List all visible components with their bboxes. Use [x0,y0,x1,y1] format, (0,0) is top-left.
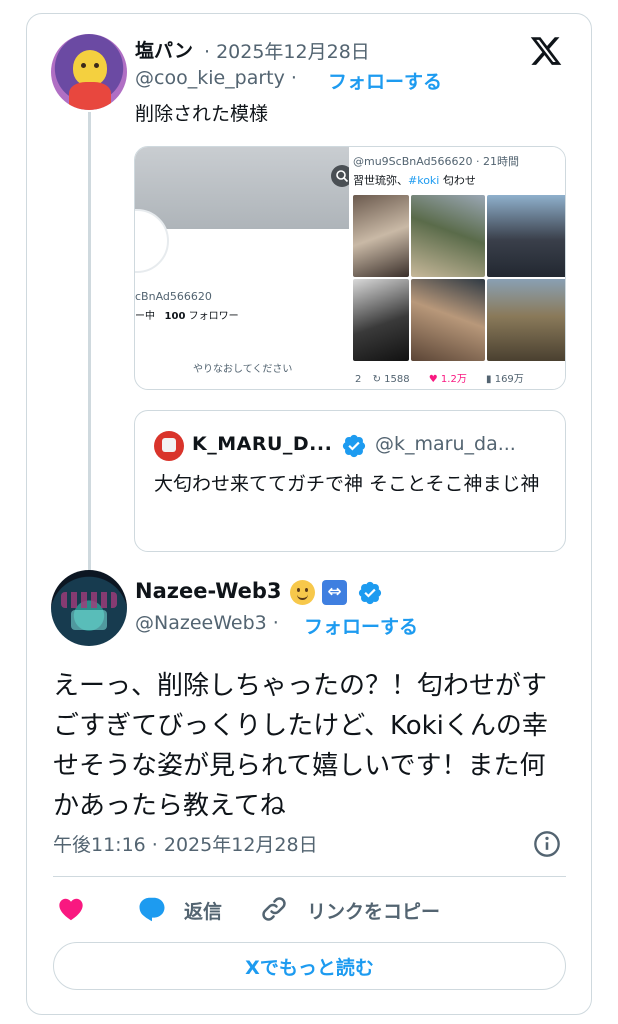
screenshot-like-value: 1.2万 [440,374,467,385]
main-follow-button[interactable]: フォローする [304,612,418,639]
screenshot-profile-handle: cBnAd566620 [135,290,212,303]
link-chain-icon[interactable] [259,894,289,924]
photo-5 [411,279,485,361]
screenshot-retweet-value: 1588 [384,374,410,385]
reply-bubble-icon[interactable] [137,894,167,924]
screenshot-tweet-stats: 2 ↻ 1588 ♥ 1.2万 ▮ 169万 [355,370,565,385]
photo-3 [487,195,565,277]
profile-banner [135,147,349,229]
screenshot-followers-label: フォロワー [188,311,239,322]
parent-author-name[interactable]: 塩パン [135,36,193,63]
thread-connector-line [88,112,91,572]
photo-4 [353,279,409,361]
character-face [73,50,107,86]
screenshot-text-prefix: 習世琉弥、 [353,174,408,187]
main-author-avatar[interactable] [51,570,127,646]
verified-badge-icon [358,581,382,605]
tweet-timestamp[interactable]: 午後11:16 · 2025年12月28日 [53,830,318,857]
parent-author-avatar[interactable] [51,34,127,110]
slight-smile-emoji-icon [290,580,315,605]
main-author-name[interactable]: Nazee-Web3 [135,579,282,603]
screenshot-hashtag: #koki [408,174,440,187]
character-body [69,82,111,110]
photo-grid [353,195,565,361]
screenshot-profile-stats: ー中 100 フォロワー [135,307,239,322]
main-author-handle[interactable]: @NazeeWeb3 · [135,612,279,634]
quoted-author-avatar [154,431,184,461]
copy-link-button[interactable]: リンクをコピー [307,897,440,924]
quoted-tweet-text: 大匂わせ来ててガチで神 そことそこ神まじ神 [154,473,540,495]
left-right-arrow-emoji-icon: ⇔ [322,580,347,605]
screenshot-retweet-count: ↻ 1588 [372,374,410,385]
parent-tweet-date[interactable]: · 2025年12月28日 [204,37,370,64]
x-logo-icon[interactable] [528,34,564,68]
verified-badge-icon [342,434,366,458]
attached-screenshot-image[interactable]: cBnAd566620 ー中 100 フォロワー やりなおしてください @mu9… [134,146,566,390]
parent-follow-button[interactable]: フォローする [328,67,442,94]
photo-6 [487,279,565,361]
screenshot-view-value: 169万 [494,374,524,385]
photo-1 [353,195,409,277]
info-icon[interactable] [533,830,561,858]
quoted-tweet-card[interactable]: K_MARU_D... @k_maru_da... 大匂わせ来ててガチで神 そこ… [134,410,566,552]
reply-button[interactable]: 返信 [184,897,222,924]
read-more-on-x-button[interactable]: Xでもっと読む [53,942,566,990]
parent-tweet-text: 削除された模様 [135,103,269,125]
screenshot-following-suffix: ー中 [135,311,155,322]
parent-author-handle[interactable]: @coo_kie_party · [135,67,297,89]
screenshot-like-count: ♥ 1.2万 [428,374,467,385]
like-heart-icon[interactable] [56,895,86,923]
screenshot-view-count: ▮ 169万 [486,374,524,385]
quoted-author-handle: @k_maru_da... [375,433,516,455]
screenshot-followers-count: 100 [164,311,186,322]
screenshot-tweet-header: @mu9ScBnAd566620 · 21時間 [353,155,520,168]
quoted-author-name: K_MARU_D... [192,433,333,455]
screenshot-text-suffix: 匂わせ [439,174,476,187]
avatar-glow [71,610,107,630]
screenshot-tweet: @mu9ScBnAd566620 · 21時間 習世琉弥、#koki 匂わせ 2… [349,147,565,389]
screenshot-tweet-text: 習世琉弥、#koki 匂わせ [353,172,476,188]
photo-2 [411,195,485,277]
main-tweet-text: えーっ、削除しちゃったの？！匂わせがすごすぎてびっくりしたけど、Kokiくんの幸… [53,671,548,821]
screenshot-reply-count: 2 [355,374,362,385]
actions-divider [53,876,566,877]
avatar-figures [61,592,117,608]
screenshot-retry-text: やりなおしてください [193,364,293,375]
